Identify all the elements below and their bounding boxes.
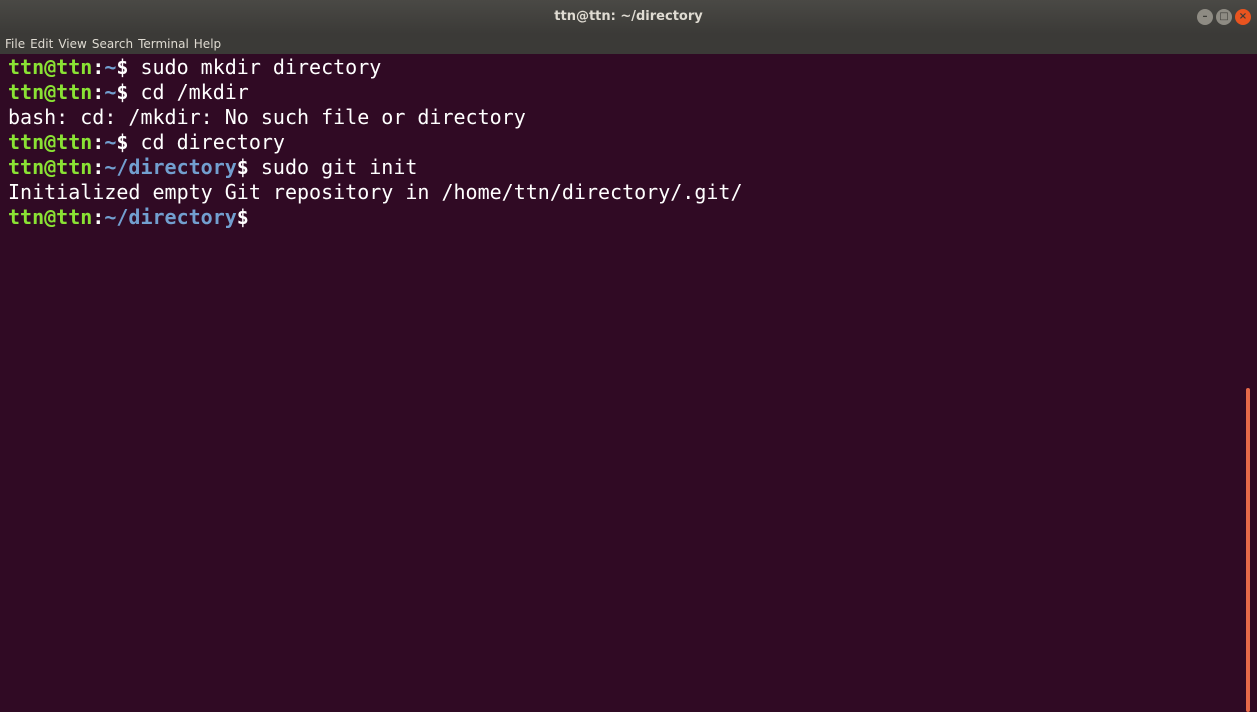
close-icon[interactable]: × [1235, 9, 1251, 25]
command-text: sudo git init [248, 155, 418, 179]
command-text: cd directory [128, 130, 285, 154]
menu-help[interactable]: Help [194, 37, 221, 51]
scrollbar[interactable] [1246, 388, 1250, 712]
title-bar[interactable]: ttn@ttn: ~/directory – □ × [0, 0, 1257, 34]
prompt-user: ttn@ttn [8, 80, 93, 104]
menu-view[interactable]: View [58, 37, 86, 51]
menu-file[interactable]: File [5, 37, 25, 51]
prompt-path: ~/directory [104, 205, 237, 229]
prompt-symbol: $ [116, 80, 129, 104]
prompt-path: ~ [104, 130, 117, 154]
menu-edit[interactable]: Edit [30, 37, 53, 51]
menu-terminal[interactable]: Terminal [138, 37, 189, 51]
prompt-line: ttn@ttn:~$ sudo mkdir directory [8, 55, 1244, 80]
prompt-user: ttn@ttn [8, 55, 93, 79]
output-line: bash: cd: /mkdir: No such file or direct… [8, 105, 526, 129]
terminal-output[interactable]: ttn@ttn:~$ sudo mkdir directory ttn@ttn:~… [8, 55, 1244, 712]
prompt-separator: : [92, 80, 105, 104]
prompt-symbol: $ [236, 205, 249, 229]
prompt-separator: : [92, 130, 105, 154]
command-text: sudo mkdir directory [128, 55, 382, 79]
command-text: cd /mkdir [128, 80, 249, 104]
output-line: Initialized empty Git repository in /hom… [8, 180, 743, 204]
prompt-user: ttn@ttn [8, 130, 93, 154]
window-controls: – □ × [1197, 9, 1251, 25]
menu-search[interactable]: Search [92, 37, 133, 51]
prompt-symbol: $ [116, 55, 129, 79]
prompt-line: ttn@ttn:~$ cd directory [8, 130, 1244, 155]
prompt-symbol: $ [116, 130, 129, 154]
prompt-user: ttn@ttn [8, 155, 93, 179]
maximize-icon[interactable]: □ [1216, 9, 1232, 25]
window-title: ttn@ttn: ~/directory [554, 9, 703, 24]
prompt-path: ~ [104, 80, 117, 104]
prompt-separator: : [92, 205, 105, 229]
prompt-path: ~/directory [104, 155, 237, 179]
prompt-path: ~ [104, 55, 117, 79]
minimize-icon[interactable]: – [1197, 9, 1213, 25]
prompt-separator: : [92, 155, 105, 179]
prompt-line: ttn@ttn:~/directory$ [8, 205, 1244, 230]
prompt-line: ttn@ttn:~$ cd /mkdir [8, 80, 1244, 105]
terminal-window: ttn@ttn: ~/directory – □ × File Edit Vie… [0, 0, 1257, 712]
menu-bar: File Edit View Search Terminal Help [0, 34, 1257, 54]
prompt-separator: : [92, 55, 105, 79]
prompt-symbol: $ [236, 155, 249, 179]
prompt-user: ttn@ttn [8, 205, 93, 229]
prompt-line: ttn@ttn:~/directory$ sudo git init [8, 155, 1244, 180]
